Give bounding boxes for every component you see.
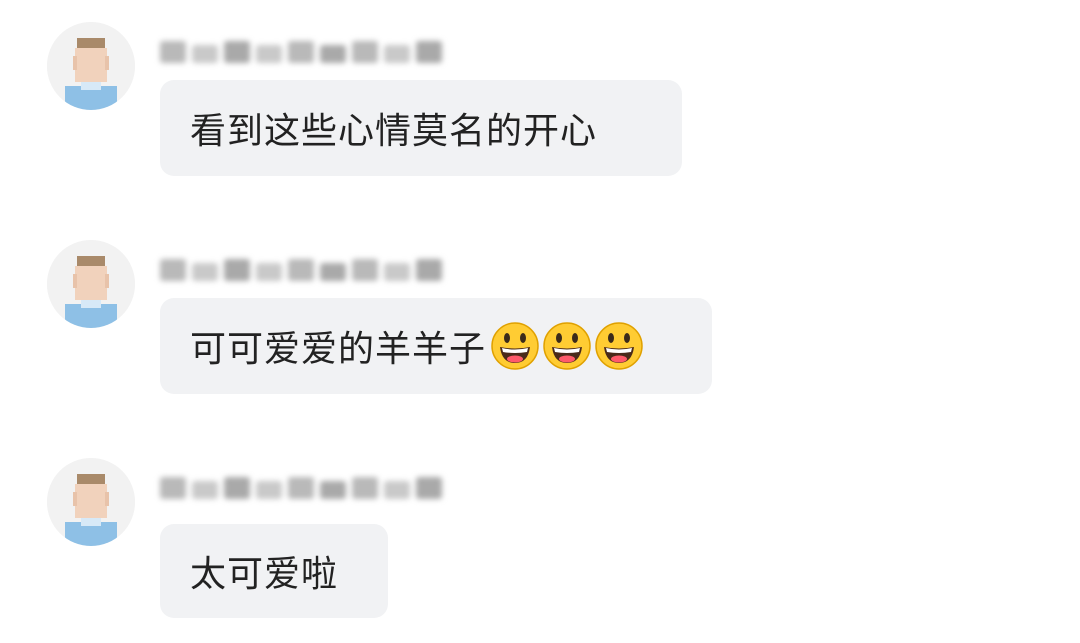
grinning-face-icon — [543, 322, 591, 370]
nickname-blurred — [160, 252, 452, 288]
avatar[interactable] — [47, 458, 135, 546]
user-avatar-icon — [47, 22, 135, 110]
avatar[interactable] — [47, 240, 135, 328]
message-bubble[interactable]: 看到这些心情莫名的开心 — [160, 80, 682, 176]
message-text: 可可爱爱的羊羊子 — [190, 329, 487, 370]
chat-message-list: 看到这些心情莫名的开心 可可爱爱的羊羊子 太可爱啦 — [0, 0, 1080, 643]
message-text: 太可爱啦 — [190, 554, 339, 595]
nickname-blurred — [160, 34, 452, 70]
message-bubble[interactable]: 太可爱啦 — [160, 524, 388, 618]
message-text: 看到这些心情莫名的开心 — [190, 111, 598, 152]
emoji-row — [488, 321, 644, 371]
chat-message: 可可爱爱的羊羊子 — [0, 240, 1080, 430]
grinning-face-icon — [491, 322, 539, 370]
avatar[interactable] — [47, 22, 135, 110]
chat-message: 太可爱啦 — [0, 458, 1080, 643]
message-bubble[interactable]: 可可爱爱的羊羊子 — [160, 298, 712, 394]
grinning-face-icon — [595, 322, 643, 370]
user-avatar-icon — [47, 458, 135, 546]
chat-message: 看到这些心情莫名的开心 — [0, 22, 1080, 212]
user-avatar-icon — [47, 240, 135, 328]
nickname-blurred — [160, 470, 452, 506]
